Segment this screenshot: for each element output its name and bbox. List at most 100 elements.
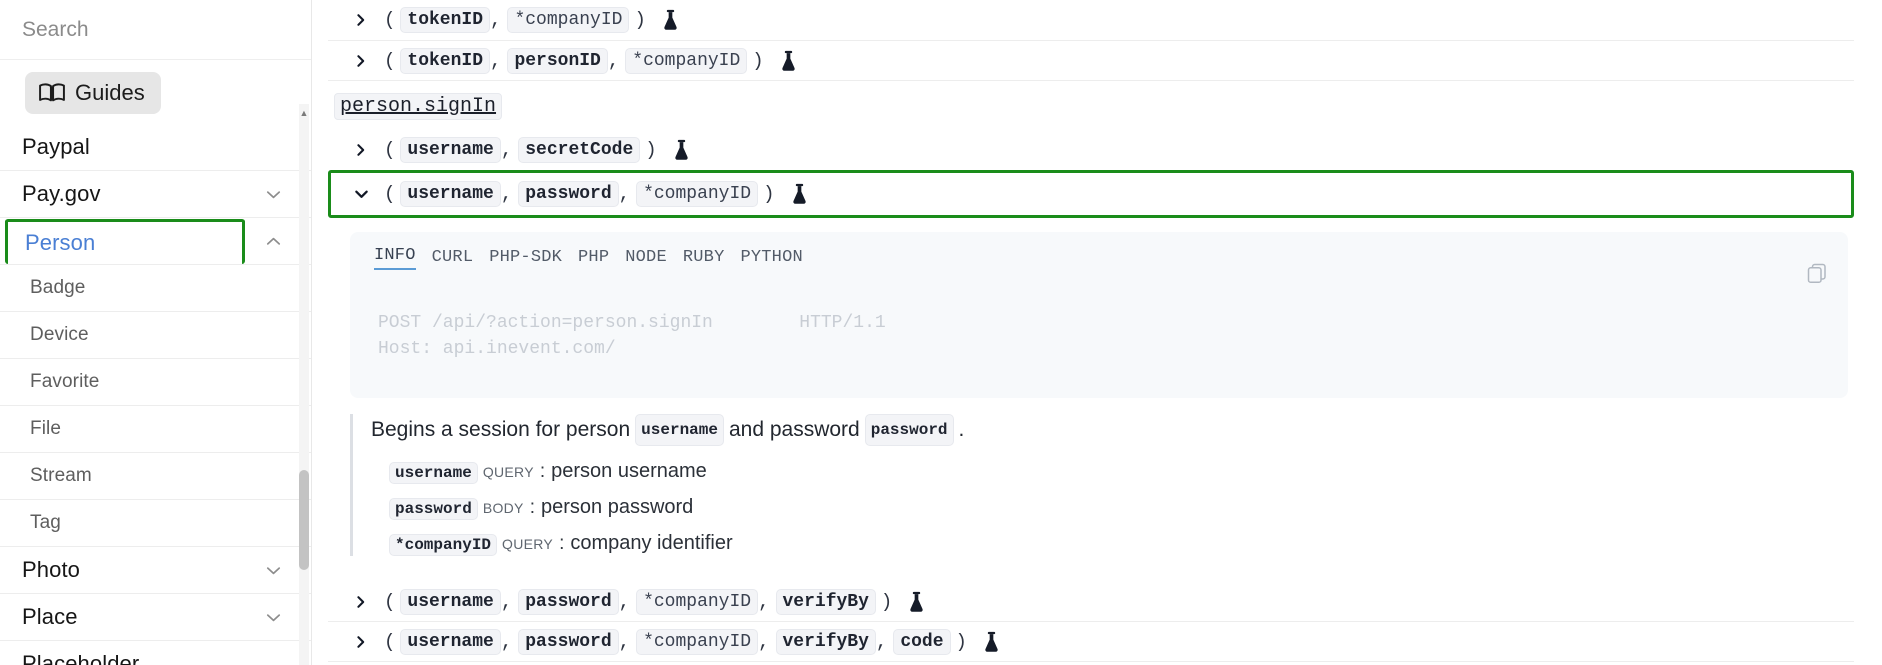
- parameter-colon: :: [529, 497, 535, 518]
- sidebar-item-label: Paypal: [22, 134, 90, 159]
- section-title[interactable]: person.signIn: [334, 93, 503, 120]
- comma: ,: [490, 49, 502, 72]
- paren-close: ): [763, 183, 775, 205]
- sidebar-item-place[interactable]: Place: [0, 594, 311, 641]
- code-panel: INFO CURL PHP-SDK PHP NODE RUBY PYTHON P…: [350, 232, 1848, 398]
- flask-icon[interactable]: [661, 9, 680, 31]
- section-title-container: person.signIn: [312, 81, 1882, 124]
- sidebar-item-label: Place: [22, 604, 78, 629]
- tab-php[interactable]: PHP: [578, 248, 609, 270]
- api-docs-page: Guides Paypal Pay.gov Person: [0, 0, 1882, 665]
- tab-node[interactable]: NODE: [625, 248, 667, 270]
- description-suffix: .: [958, 418, 965, 441]
- endpoint-row[interactable]: ( tokenID, personID, *companyID ): [328, 41, 1854, 81]
- comma: ,: [875, 630, 888, 653]
- tab-php-sdk[interactable]: PHP-SDK: [489, 248, 562, 270]
- paren-open: (: [384, 49, 396, 72]
- paren-close: ): [955, 630, 967, 653]
- param-chip: password: [518, 628, 619, 655]
- param-chip: password: [518, 588, 619, 615]
- code-block: POST /api/?action=person.signIn HTTP/1.1…: [378, 313, 886, 359]
- chevron-right-icon: [353, 634, 369, 650]
- sidebar-item-label: Device: [30, 324, 89, 345]
- book-icon: [39, 83, 65, 103]
- sidebar-item-label: Tag: [30, 512, 61, 533]
- endpoint-row-expanded[interactable]: ( username, password, *companyID ): [331, 173, 1851, 215]
- inline-param-chip: password: [864, 414, 954, 446]
- param-chip: code: [893, 628, 951, 655]
- sidebar-scrollbar-thumb[interactable]: [299, 470, 309, 570]
- endpoint-row[interactable]: ( username, secretCode ): [328, 130, 1854, 170]
- param-chip: *companyID: [636, 588, 759, 615]
- sidebar-item-label: Pay.gov: [22, 181, 101, 206]
- sidebar-item-favorite[interactable]: Favorite: [0, 359, 311, 406]
- comma: ,: [618, 630, 631, 653]
- parameter-description: company identifier: [570, 532, 733, 554]
- endpoint-row[interactable]: ( tokenID, *companyID ): [328, 0, 1854, 41]
- chevron-up-icon[interactable]: [264, 232, 283, 251]
- chevron-down-icon: [264, 561, 283, 580]
- param-chip: verifyBy: [775, 628, 876, 655]
- description-middle: and password: [728, 418, 860, 441]
- endpoint-row[interactable]: ( username, password, *companyID, verify…: [328, 582, 1854, 622]
- sidebar-item-stream[interactable]: Stream: [0, 453, 311, 500]
- parameter-location: QUERY: [482, 464, 534, 480]
- sidebar-item-person[interactable]: Person: [5, 218, 245, 264]
- tab-python[interactable]: PYTHON: [740, 248, 802, 270]
- sidebar-item-tag[interactable]: Tag: [0, 500, 311, 547]
- sidebar-item-device[interactable]: Device: [0, 312, 311, 359]
- sidebar-item-label: Photo: [22, 557, 80, 582]
- sidebar-item-paygov[interactable]: Pay.gov: [0, 171, 311, 218]
- param-chip: password: [518, 181, 619, 207]
- copy-icon[interactable]: [1806, 262, 1828, 284]
- sidebar-item-placeholder[interactable]: Placeholder: [0, 641, 311, 665]
- guides-button[interactable]: Guides: [25, 72, 161, 114]
- sidebar-item-file[interactable]: File: [0, 406, 311, 453]
- comma: ,: [500, 183, 513, 205]
- parameter-list: username QUERY : person username passwor…: [389, 460, 1882, 556]
- sidebar-item-label: Person: [25, 229, 96, 255]
- description-prefix: Begins a session for person: [371, 418, 631, 441]
- flask-icon[interactable]: [790, 183, 809, 205]
- flask-icon[interactable]: [672, 139, 691, 161]
- comma: ,: [618, 590, 631, 613]
- tab-info[interactable]: INFO: [374, 246, 416, 270]
- param-chip: secretCode: [518, 137, 641, 163]
- description-text: Begins a session for person username and…: [371, 414, 1882, 446]
- flask-icon[interactable]: [982, 631, 1001, 653]
- comma: ,: [758, 590, 770, 613]
- parameter-name: password: [389, 498, 478, 520]
- endpoint-detail: INFO CURL PHP-SDK PHP NODE RUBY PYTHON P…: [312, 232, 1882, 572]
- parameter-colon: :: [539, 461, 546, 482]
- param-chip: tokenID: [400, 7, 491, 33]
- chevron-right-icon: [353, 142, 369, 158]
- sidebar-item-label: Badge: [30, 277, 86, 298]
- paren-close: ): [880, 590, 893, 613]
- comma: ,: [490, 9, 502, 31]
- paren-open: (: [384, 630, 396, 653]
- chevron-down-icon: [264, 608, 283, 627]
- param-chip: personID: [507, 47, 608, 74]
- chevron-down-icon: [353, 186, 369, 202]
- tab-curl[interactable]: CURL: [432, 248, 474, 270]
- parameter-description: person password: [540, 496, 694, 518]
- flask-icon[interactable]: [779, 50, 798, 72]
- chevron-right-icon: [353, 53, 369, 69]
- parameter-description: person username: [551, 460, 707, 482]
- scroll-up-arrow-icon[interactable]: ▲: [299, 108, 309, 118]
- flask-icon[interactable]: [907, 591, 926, 613]
- comma: ,: [500, 590, 513, 613]
- sidebar-item-photo[interactable]: Photo: [0, 547, 311, 594]
- endpoint-row[interactable]: ( username, password, *companyID, verify…: [328, 622, 1854, 662]
- sidebar-item-badge[interactable]: Badge: [0, 265, 311, 312]
- guides-container: Guides: [0, 60, 311, 124]
- tab-ruby[interactable]: RUBY: [683, 248, 725, 270]
- sidebar-item-label: Stream: [30, 465, 92, 486]
- parameter-row: username QUERY : person username: [389, 460, 1882, 484]
- param-chip: *companyID: [507, 7, 630, 33]
- param-chip: verifyBy: [775, 588, 876, 615]
- parameter-name: *companyID: [389, 534, 498, 556]
- sidebar-scrollbar-track[interactable]: [299, 104, 309, 665]
- search-input[interactable]: [22, 17, 282, 42]
- sidebar-item-paypal[interactable]: Paypal: [0, 124, 311, 171]
